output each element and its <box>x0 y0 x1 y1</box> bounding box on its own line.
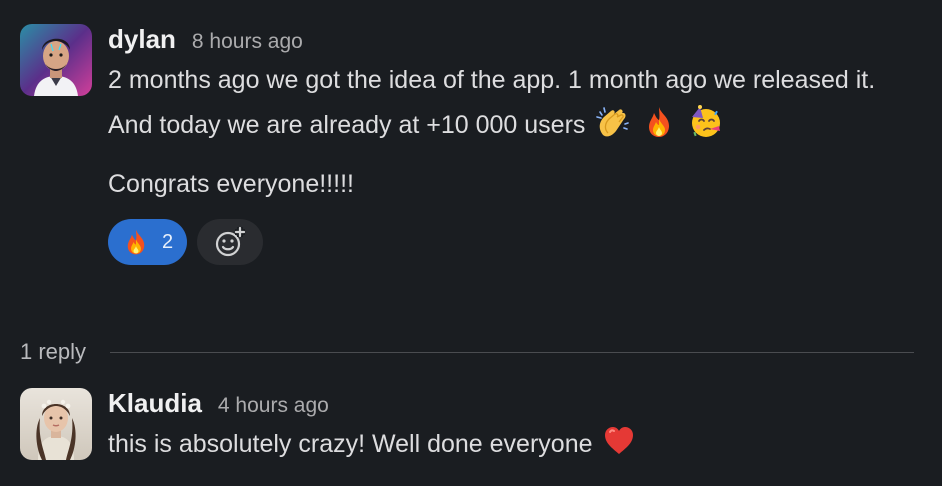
partying-face-emoji-icon <box>689 105 723 139</box>
message-paragraph: this is absolutely crazy! Well done ever… <box>108 422 922 467</box>
reply-count-link[interactable]: 1 reply <box>20 339 86 365</box>
red-heart-emoji-icon <box>602 424 636 458</box>
add-reaction-icon <box>216 226 246 257</box>
message-header: Klaudia 4 hours ago <box>108 388 922 422</box>
message-text: 2 months ago we got the idea of the app.… <box>108 58 922 207</box>
fire-emoji-icon <box>642 105 676 139</box>
reaction-count: 2 <box>162 230 174 253</box>
message-thread: dylan 8 hours ago 2 months ago we got th… <box>0 0 942 486</box>
message-timestamp[interactable]: 4 hours ago <box>218 394 329 418</box>
message-timestamp[interactable]: 8 hours ago <box>192 30 303 54</box>
avatar-dylan[interactable] <box>20 24 92 96</box>
fire-emoji-icon <box>122 228 150 256</box>
clapping-hands-emoji-icon <box>595 105 630 139</box>
reaction-fire[interactable]: 2 <box>108 219 188 265</box>
reply-summary: 1 reply <box>20 336 914 368</box>
message-body: dylan 8 hours ago 2 months ago we got th… <box>108 24 922 265</box>
add-reaction-button[interactable] <box>197 219 264 265</box>
author-name[interactable]: Klaudia <box>108 388 202 419</box>
message-paragraph: Congrats everyone!!!!! <box>108 170 354 198</box>
message-paragraph: 2 months ago we got the idea of the app.… <box>108 58 922 148</box>
message-body: Klaudia 4 hours ago this is absolutely c… <box>108 388 922 467</box>
author-name[interactable]: dylan <box>108 24 176 55</box>
message-paragraph-text: 2 months ago we got the idea of the app.… <box>108 66 876 139</box>
message-text: this is absolutely crazy! Well done ever… <box>108 422 922 467</box>
avatar-klaudia[interactable] <box>20 388 92 460</box>
reply-divider <box>110 351 914 353</box>
reaction-bar: 2 <box>108 219 922 265</box>
message-header: dylan 8 hours ago <box>108 24 922 58</box>
message-paragraph-text: this is absolutely crazy! Well done ever… <box>108 430 593 458</box>
